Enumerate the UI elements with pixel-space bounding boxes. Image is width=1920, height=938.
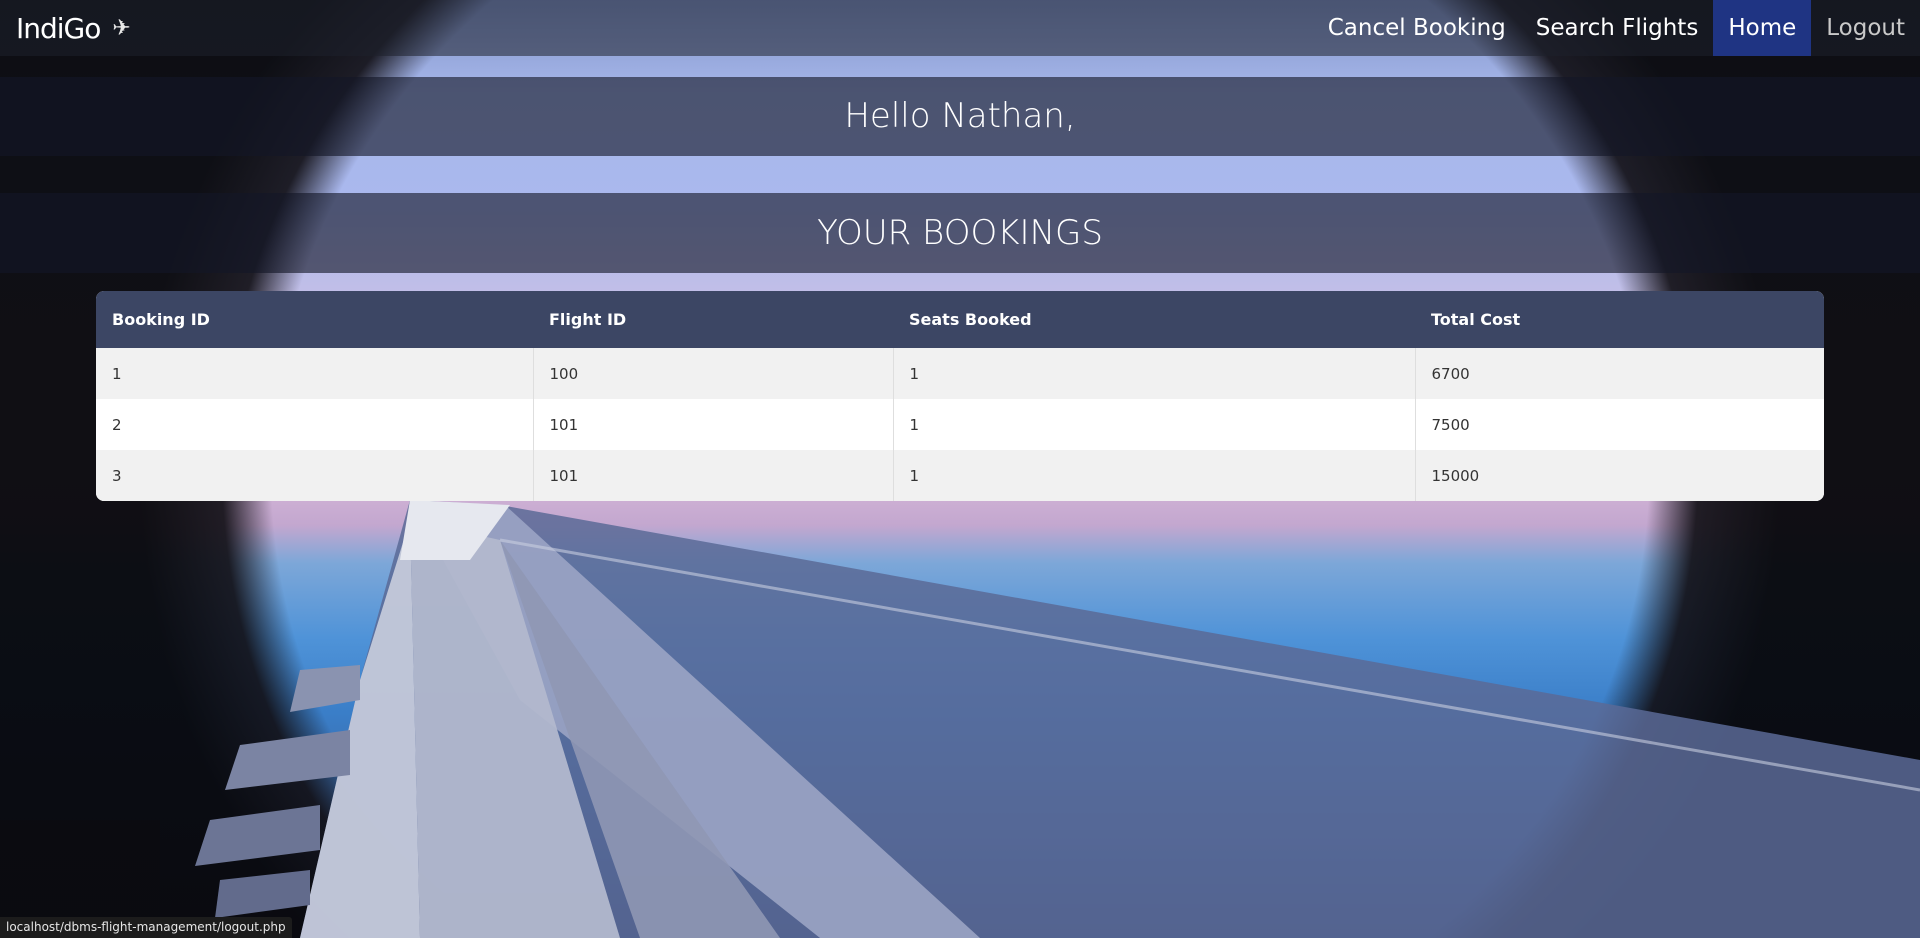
cell-seats-booked: 1 (892, 450, 1415, 501)
cell-seats-booked: 1 (892, 399, 1415, 450)
bookings-table: Booking ID Flight ID Seats Booked Total … (96, 291, 1824, 501)
cell-total-cost: 15000 (1414, 450, 1824, 501)
greeting-banner: Hello Nathan, (0, 77, 1920, 156)
header-total-cost: Total Cost (1431, 310, 1521, 329)
cell-total-cost: 6700 (1414, 348, 1824, 399)
table-row: 2 101 1 7500 (96, 399, 1824, 450)
brand-logo[interactable]: IndiGo ✈ (16, 11, 131, 45)
cell-booking-id: 3 (112, 466, 122, 485)
header-flight-id: Flight ID (549, 310, 627, 329)
nav-search-flights[interactable]: Search Flights (1521, 0, 1714, 56)
airplane-icon: ✈ (112, 15, 130, 41)
brand-name: IndiGo (16, 11, 101, 45)
bookings-table-container: Booking ID Flight ID Seats Booked Total … (96, 291, 1824, 501)
nav-home[interactable]: Home (1713, 0, 1812, 56)
cell-booking-id: 2 (112, 415, 122, 434)
header-seats-booked: Seats Booked (909, 310, 1032, 329)
cell-total-cost: 7500 (1414, 399, 1824, 450)
cell-seats-booked: 1 (892, 348, 1415, 399)
header-booking-id: Booking ID (112, 310, 210, 329)
cell-flight-id: 101 (532, 399, 893, 450)
table-row: 3 101 1 15000 (96, 450, 1824, 501)
nav-logout[interactable]: Logout (1811, 0, 1920, 56)
page-title: YOUR BOOKINGS (0, 193, 1920, 273)
top-navbar: IndiGo ✈ Cancel Booking Search Flights H… (0, 0, 1920, 56)
cell-flight-id: 101 (532, 450, 893, 501)
nav-cancel-booking[interactable]: Cancel Booking (1313, 0, 1521, 56)
table-header-row: Booking ID Flight ID Seats Booked Total … (96, 291, 1824, 348)
browser-status-url: localhost/dbms-flight-management/logout.… (0, 917, 292, 938)
nav-links: Cancel Booking Search Flights Home Logou… (1313, 0, 1920, 56)
cell-flight-id: 100 (532, 348, 893, 399)
cell-booking-id: 1 (112, 364, 122, 383)
table-row: 1 100 1 6700 (96, 348, 1824, 399)
